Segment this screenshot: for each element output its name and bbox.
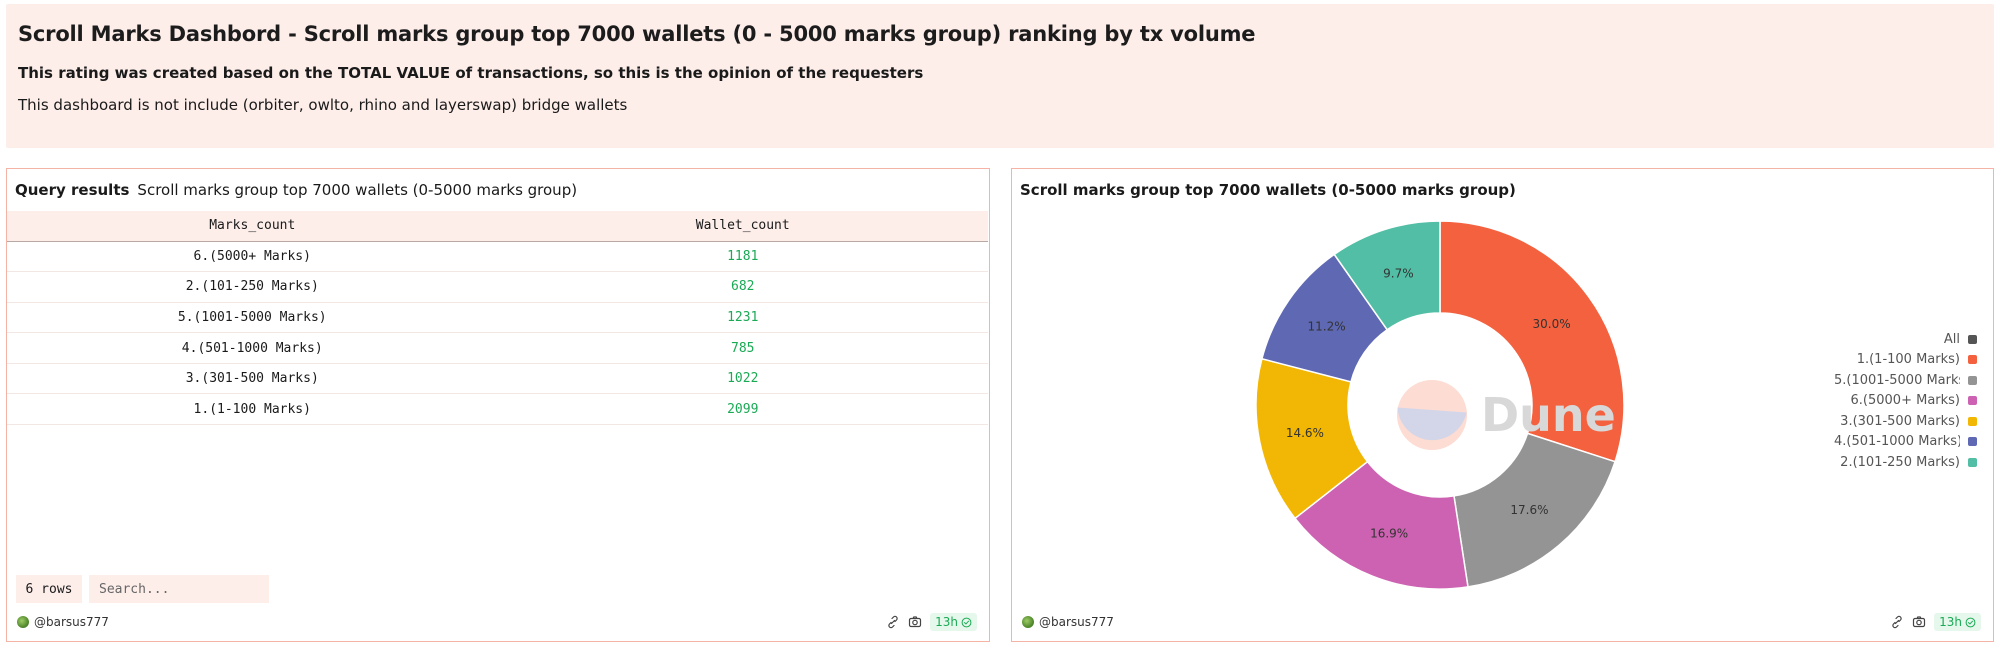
legend-swatch bbox=[1968, 416, 1977, 426]
legend-swatch bbox=[1968, 437, 1977, 447]
table-row: 2.(101-250 Marks) 682 bbox=[7, 271, 988, 303]
slice-percent-label: 16.9% bbox=[1370, 526, 1408, 540]
check-circle-icon bbox=[961, 617, 972, 627]
column-header-wallet-count[interactable]: Wallet_count bbox=[497, 211, 988, 242]
legend-swatch bbox=[1968, 457, 1977, 467]
dashboard-header: Scroll Marks Dashbord - Scroll marks gro… bbox=[6, 4, 1994, 148]
freshness-badge[interactable]: 13h bbox=[930, 613, 977, 631]
table-row: 4.(501-1000 Marks) 785 bbox=[7, 332, 988, 364]
slice-percent-label: 14.6% bbox=[1286, 426, 1324, 440]
row-count-badge: 6 rows bbox=[16, 575, 82, 603]
link-icon[interactable] bbox=[886, 615, 900, 629]
table-row: 1.(1-100 Marks) 2099 bbox=[7, 393, 988, 426]
table-cell-marks: 3.(301-500 Marks) bbox=[7, 363, 498, 395]
table-cell-marks: 2.(101-250 Marks) bbox=[7, 271, 498, 303]
chart-legend: All 1.(1-100 Marks) 5.(1001-5000 Marks) 6.… bbox=[1834, 329, 1977, 473]
panel-title-strong: Query results bbox=[15, 181, 130, 199]
freshness-label: 13h bbox=[1939, 615, 1962, 629]
table-cell-marks: 5.(1001-5000 Marks) bbox=[7, 302, 498, 334]
slice-percent-label: 9.7% bbox=[1383, 266, 1414, 280]
legend-item-5[interactable]: 4.(501-1000 Marks) bbox=[1834, 432, 1977, 453]
chart-panel: Scroll marks group top 7000 wallets (0-5… bbox=[1011, 168, 1994, 642]
legend-label: 3.(301-500 Marks) bbox=[1840, 413, 1960, 429]
table-cell-marks: 6.(5000+ Marks) bbox=[7, 241, 498, 273]
slice-percent-label: 11.2% bbox=[1308, 319, 1346, 333]
table-cell-wallets: 1022 bbox=[497, 363, 988, 395]
freshness-label: 13h bbox=[935, 615, 958, 629]
check-circle-icon bbox=[1965, 617, 1976, 627]
author-name: @barsus777 bbox=[1039, 615, 1114, 629]
author-name: @barsus777 bbox=[34, 615, 109, 629]
dashboard-title: Scroll Marks Dashbord - Scroll marks gro… bbox=[18, 22, 1256, 46]
table-row: 3.(301-500 Marks) 1022 bbox=[7, 363, 988, 395]
header-text-bridge-note: This dashboard is not include (orbiter, … bbox=[18, 96, 628, 114]
panel-footer-actions: 13h bbox=[886, 613, 977, 631]
header-text-rating-note: This rating was created based on the TOT… bbox=[18, 64, 924, 82]
panel-footer-actions: 13h bbox=[1890, 613, 1981, 631]
link-icon[interactable] bbox=[1890, 615, 1904, 629]
watermark-text: Dune bbox=[1481, 388, 1616, 442]
legend-item-4[interactable]: 3.(301-500 Marks) bbox=[1834, 411, 1977, 432]
table-cell-wallets: 1181 bbox=[497, 241, 988, 273]
table-cell-marks: 1.(1-100 Marks) bbox=[7, 393, 498, 426]
legend-swatch bbox=[1968, 396, 1977, 406]
legend-label: 6.(5000+ Marks) bbox=[1850, 393, 1960, 409]
panel-title-query: Scroll marks group top 7000 wallets (0-5… bbox=[137, 181, 578, 199]
freshness-badge[interactable]: 13h bbox=[1934, 613, 1981, 631]
legend-item-6[interactable]: 2.(101-250 Marks) bbox=[1834, 452, 1977, 473]
avatar bbox=[17, 616, 29, 628]
camera-icon[interactable] bbox=[908, 615, 922, 629]
legend-item-2[interactable]: 5.(1001-5000 Marks) bbox=[1834, 370, 1977, 391]
table-cell-wallets: 2099 bbox=[497, 393, 988, 426]
results-table: Marks_count Wallet_count 6.(5000+ Marks)… bbox=[7, 211, 988, 426]
legend-item-all[interactable]: All bbox=[1834, 329, 1977, 350]
table-header-row: Marks_count Wallet_count bbox=[7, 211, 988, 242]
table-cell-wallets: 785 bbox=[497, 332, 988, 364]
legend-item-3[interactable]: 6.(5000+ Marks) bbox=[1834, 391, 1977, 412]
legend-swatch bbox=[1968, 334, 1977, 344]
legend-label: 4.(501-1000 Marks) bbox=[1834, 434, 1960, 450]
legend-label: 1.(1-100 Marks) bbox=[1856, 352, 1960, 368]
slice-percent-label: 17.6% bbox=[1510, 503, 1548, 517]
table-cell-marks: 4.(501-1000 Marks) bbox=[7, 332, 498, 364]
author-link[interactable]: @barsus777 bbox=[1022, 615, 1114, 629]
legend-label: 2.(101-250 Marks) bbox=[1840, 454, 1960, 470]
column-header-marks-count[interactable]: Marks_count bbox=[7, 211, 498, 242]
legend-label: All bbox=[1943, 331, 1960, 347]
table-row: 6.(5000+ Marks) 1181 bbox=[7, 241, 988, 273]
camera-icon[interactable] bbox=[1912, 615, 1926, 629]
legend-swatch bbox=[1968, 355, 1977, 365]
dune-watermark: Dune bbox=[1397, 380, 1616, 450]
query-results-panel: Query results Scroll marks group top 7000… bbox=[6, 168, 990, 642]
legend-swatch bbox=[1968, 375, 1977, 385]
panel-title: Query results Scroll marks group top 7000… bbox=[15, 181, 577, 199]
table-search-input[interactable] bbox=[89, 575, 269, 603]
avatar bbox=[1022, 616, 1034, 628]
author-link[interactable]: @barsus777 bbox=[17, 615, 109, 629]
legend-label: 5.(1001-5000 Marks) bbox=[1834, 372, 1960, 388]
table-row: 5.(1001-5000 Marks) 1231 bbox=[7, 302, 988, 334]
legend-item-1[interactable]: 1.(1-100 Marks) bbox=[1834, 350, 1977, 371]
slice-percent-label: 30.0% bbox=[1533, 317, 1571, 331]
table-cell-wallets: 682 bbox=[497, 271, 988, 303]
table-cell-wallets: 1231 bbox=[497, 302, 988, 334]
